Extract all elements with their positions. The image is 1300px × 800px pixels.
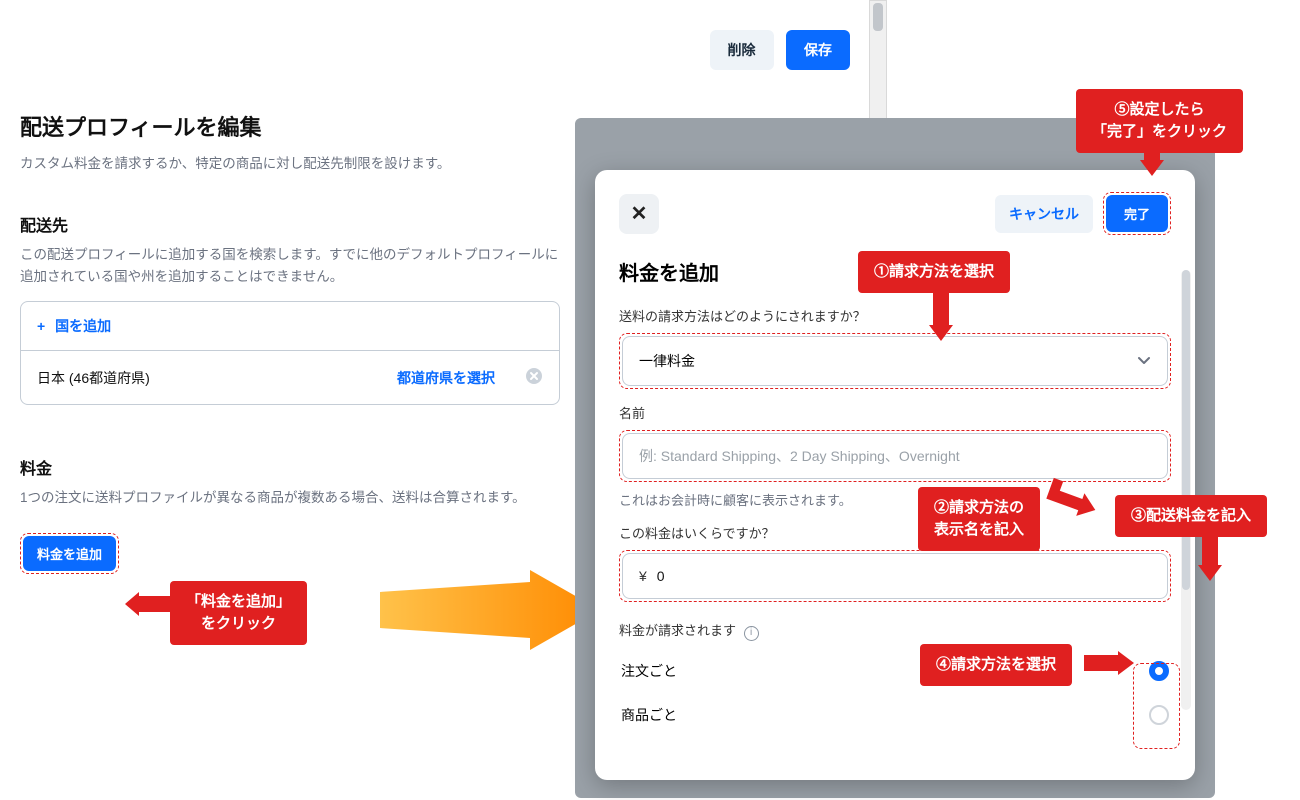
page-scrollbar-thumb[interactable]	[873, 3, 883, 31]
modal-scrollbar[interactable]	[1181, 270, 1191, 710]
arrow-3-icon	[1198, 533, 1222, 581]
destination-desc: この配送プロフィールに追加する国を検索します。すでに他のデフォルトプロフィールに…	[20, 244, 560, 287]
save-button[interactable]: 保存	[786, 30, 850, 70]
price-currency: ¥	[639, 568, 647, 584]
left-panel: 配送プロフィールを編集 カスタム料金を請求するか、特定の商品に対し配送先制限を設…	[0, 0, 580, 594]
callout-2: ②請求方法の表示名を記入	[918, 487, 1040, 551]
radio-per-item[interactable]	[1149, 705, 1169, 725]
callout-4: ④請求方法を選択	[920, 644, 1072, 686]
country-name: 日本 (46都道府県)	[37, 368, 150, 388]
radio-per-order-label: 注文ごと	[621, 661, 677, 681]
add-country-button[interactable]: + 国を追加	[20, 301, 560, 351]
callout-add-rate: 「料金を追加」をクリック	[170, 581, 307, 645]
radio-per-order[interactable]	[1149, 661, 1169, 681]
select-prefectures-link[interactable]: 都道府県を選択	[397, 368, 495, 388]
callout-3: ③配送料金を記入	[1115, 495, 1267, 537]
page-subtitle: カスタム料金を請求するか、特定の商品に対し配送先制限を設けます。	[20, 152, 560, 172]
add-country-label: 国を追加	[55, 318, 111, 334]
destination-heading: 配送先	[20, 212, 560, 236]
billing-method-select[interactable]: 一律料金	[622, 336, 1168, 386]
modal-scrollbar-thumb[interactable]	[1182, 270, 1190, 590]
close-icon: ✕	[631, 201, 648, 226]
name-label: 名前	[619, 403, 1171, 422]
billing-method-label: 送料の請求方法はどのようにされますか？	[619, 306, 1171, 325]
orange-arrow-icon	[380, 570, 600, 650]
charge-label: 料金が請求されます i	[619, 620, 1171, 641]
rate-desc: 1つの注文に送料プロファイルが異なる商品が複数ある場合、送料は合算されます。	[20, 487, 560, 509]
add-rate-button[interactable]: 料金を追加	[23, 536, 116, 571]
remove-country-icon[interactable]	[525, 367, 543, 388]
add-rate-highlight: 料金を追加	[20, 533, 119, 574]
name-input-wrap	[622, 433, 1168, 479]
arrow-5-icon	[1140, 136, 1164, 176]
country-row: 日本 (46都道府県) 都道府県を選択	[20, 351, 560, 405]
arrow-2-icon	[1044, 477, 1098, 519]
radio-per-item-row[interactable]: 商品ごと	[619, 693, 1171, 737]
arrow-down-icon	[929, 291, 953, 341]
rate-heading: 料金	[20, 455, 560, 479]
price-input-wrap: ¥	[622, 553, 1168, 599]
delete-button[interactable]: 削除	[710, 30, 774, 70]
done-button[interactable]: 完了	[1106, 195, 1168, 232]
price-input[interactable]	[657, 568, 1151, 584]
page-title: 配送プロフィールを編集	[20, 110, 560, 142]
plus-icon: +	[37, 318, 45, 334]
chevron-down-icon	[1137, 353, 1151, 370]
info-icon[interactable]: i	[744, 626, 759, 641]
close-modal-button[interactable]: ✕	[619, 194, 659, 234]
arrow-left-icon	[125, 592, 171, 616]
page-scrollbar[interactable]	[869, 0, 887, 130]
cancel-button[interactable]: キャンセル	[995, 195, 1093, 233]
arrow-4-icon	[1084, 651, 1134, 675]
radio-per-item-label: 商品ごと	[621, 705, 677, 725]
billing-method-value: 一律料金	[639, 351, 695, 371]
callout-1: ①請求方法を選択	[858, 251, 1010, 293]
name-input[interactable]	[639, 448, 1151, 464]
price-label: この料金はいくらですか？	[619, 523, 1171, 542]
